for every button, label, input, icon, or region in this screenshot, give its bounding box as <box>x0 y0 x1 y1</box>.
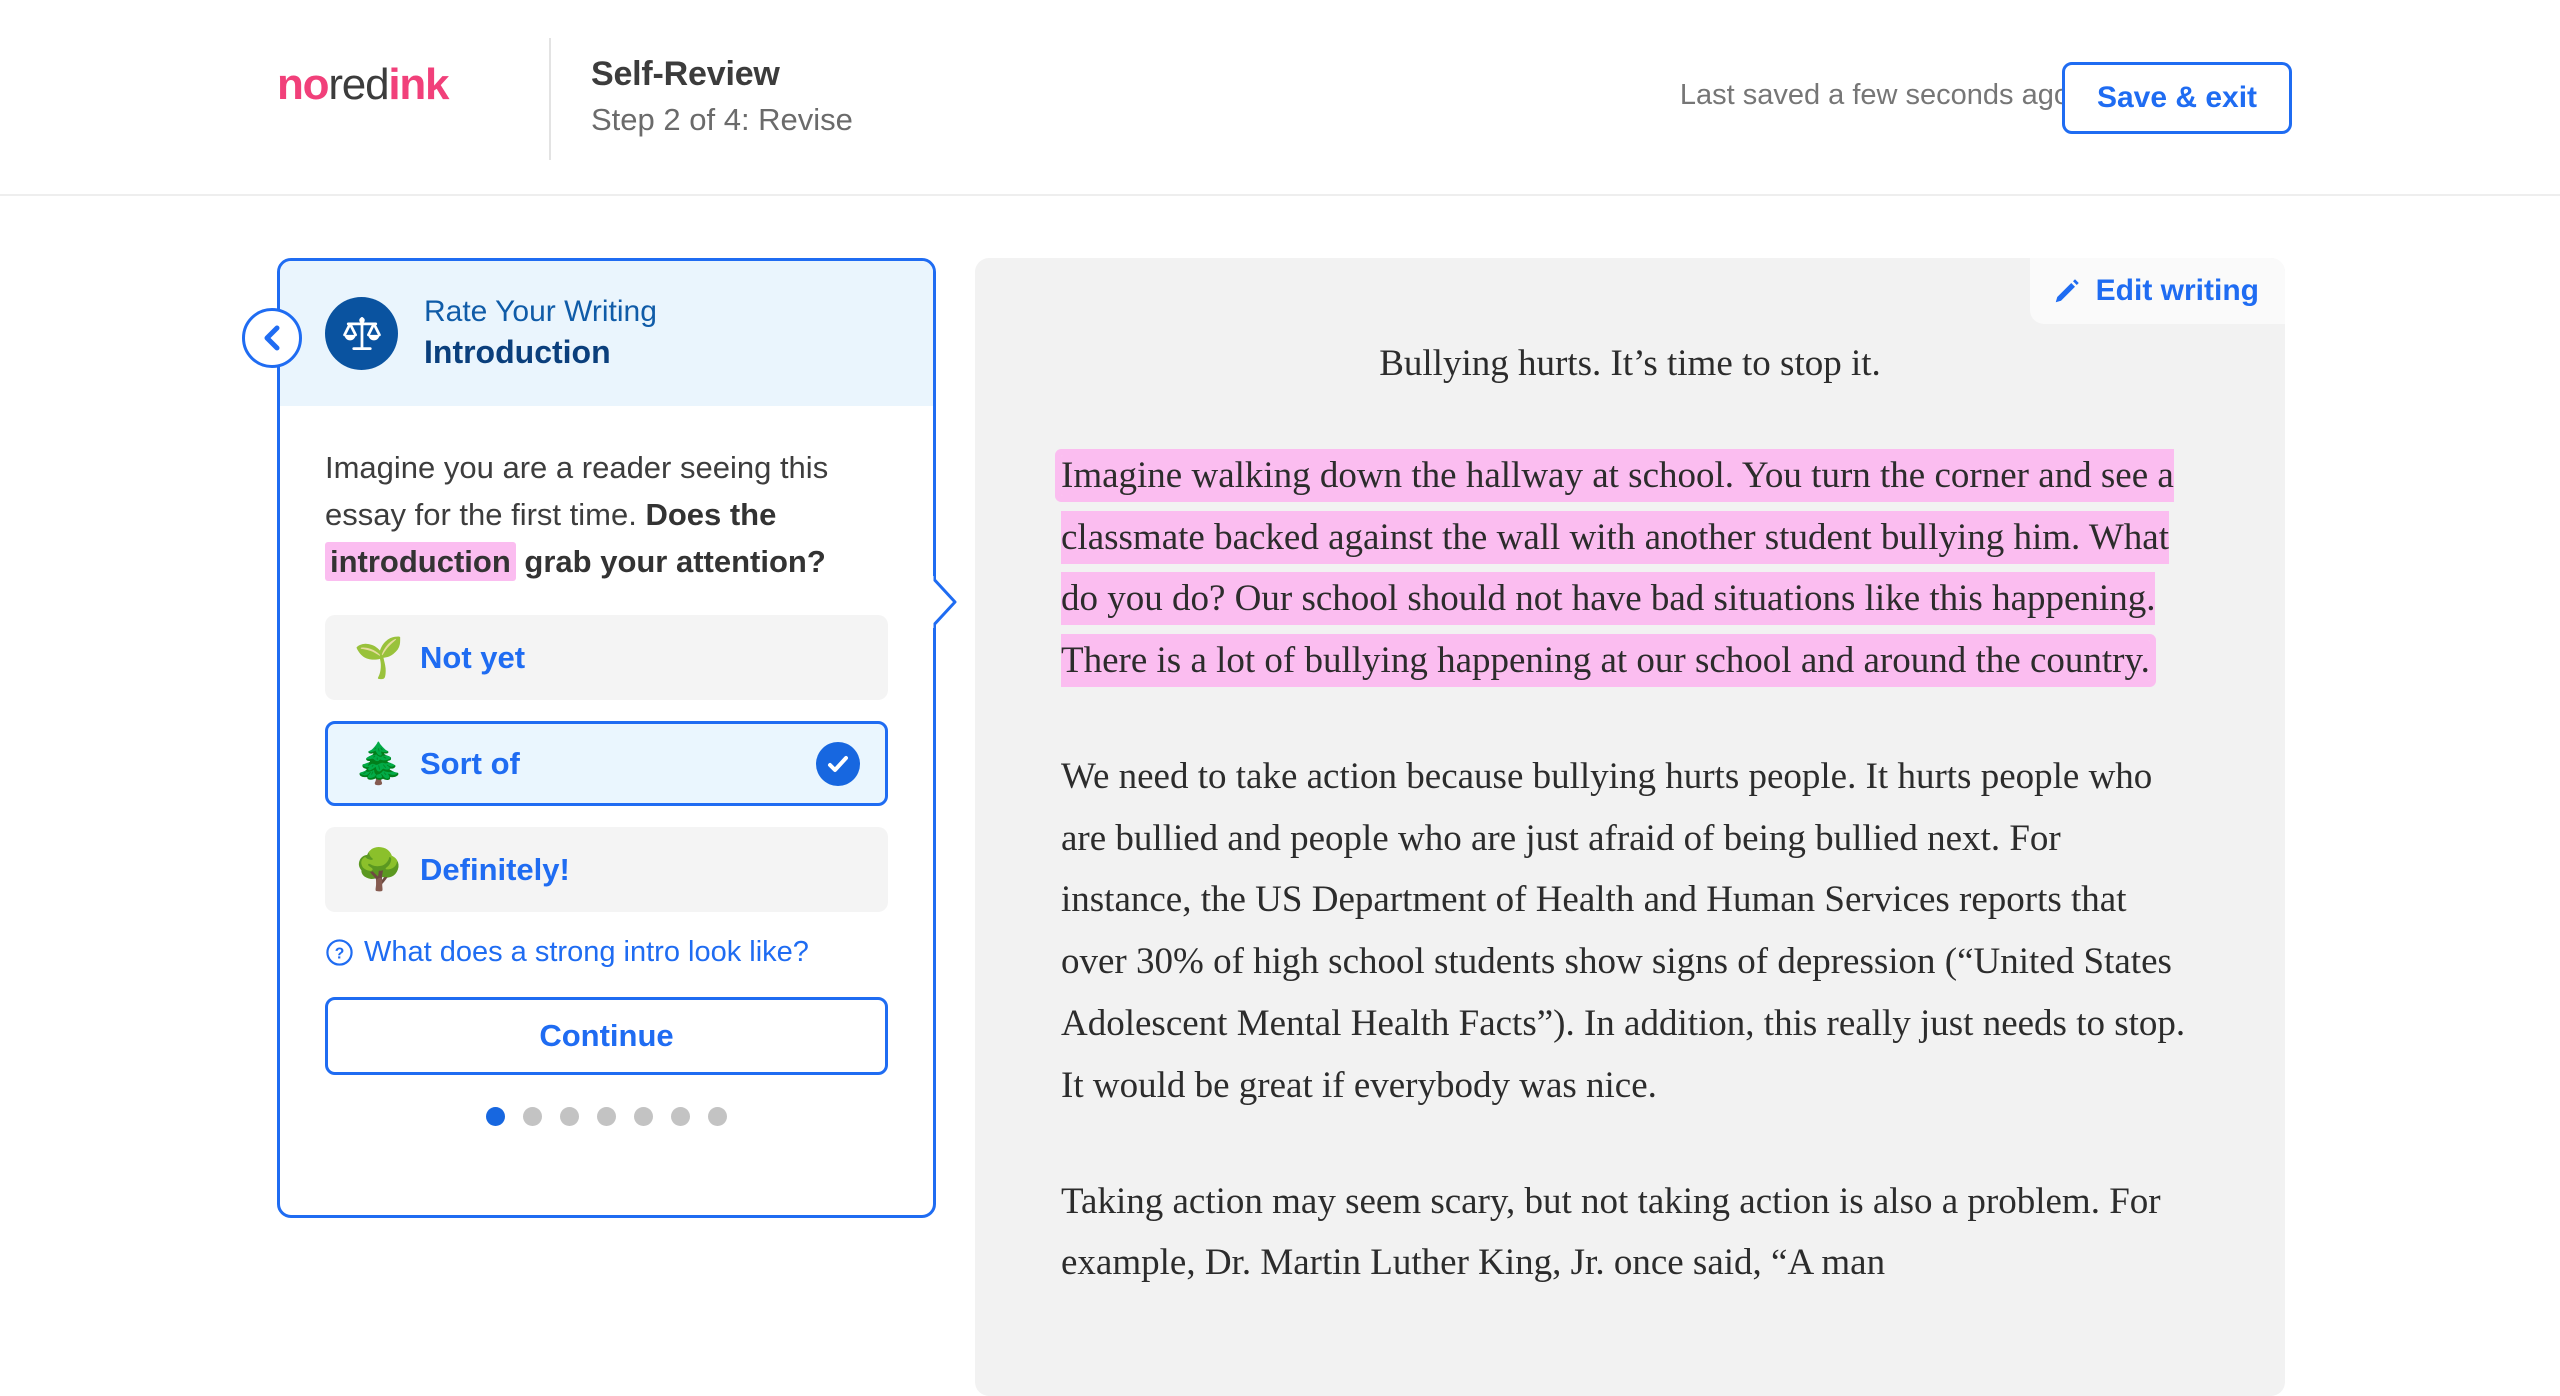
essay-paragraph-body-1: We need to take action because bullying … <box>1061 755 2186 1106</box>
logo-part-no: no <box>277 60 330 109</box>
edit-writing-label: Edit writing <box>2095 274 2259 307</box>
rating-question: Imagine you are a reader seeing this ess… <box>325 444 888 585</box>
header-divider <box>549 38 551 160</box>
progress-dot-6[interactable] <box>671 1107 690 1127</box>
question-text-bold1: Does the <box>645 497 777 533</box>
essay-title: Bullying hurts. It’s time to stop it. <box>1379 343 1881 384</box>
checkmark-icon <box>828 755 848 772</box>
strong-intro-help-link[interactable]: ? What does a strong intro look like? <box>325 936 888 969</box>
essay-paragraph-intro: Imagine walking down the hallway at scho… <box>1061 445 2199 692</box>
rating-option-label: Sort of <box>420 745 520 781</box>
edit-writing-button[interactable]: Edit writing <box>2029 258 2285 324</box>
app-header: noredink Self-Review Step 2 of 4: Revise… <box>0 0 2560 196</box>
seedling-emoji: 🌱 <box>354 635 404 680</box>
rating-option-not-yet[interactable]: 🌱 Not yet <box>325 615 888 701</box>
progress-dot-5[interactable] <box>634 1107 653 1127</box>
page-title: Self-Review <box>591 55 780 93</box>
balance-scales-icon <box>342 316 381 350</box>
chevron-left-icon <box>264 325 280 351</box>
previous-step-button[interactable] <box>242 308 302 368</box>
save-and-exit-button[interactable]: Save & exit <box>2062 62 2292 134</box>
tree-emoji: 🌲 <box>354 741 404 786</box>
deciduous-tree-emoji: 🌳 <box>354 847 404 892</box>
card-eyebrow: Rate Your Writing <box>424 294 657 328</box>
progress-dots <box>280 1107 933 1127</box>
progress-dot-2[interactable] <box>523 1107 542 1127</box>
card-header: Rate Your Writing Introduction <box>280 261 933 406</box>
progress-dot-4[interactable] <box>597 1107 616 1127</box>
selected-check-icon <box>816 741 860 786</box>
balance-scales-badge <box>325 297 398 370</box>
rating-option-label: Not yet <box>420 639 526 675</box>
essay-preview-panel: Edit writing Bullying hurts. It’s time t… <box>975 258 2285 1396</box>
continue-button[interactable]: Continue <box>325 997 888 1076</box>
header-title-group: Self-Review Step 2 of 4: Revise <box>591 55 853 140</box>
help-link-label: What does a strong intro look like? <box>364 936 809 969</box>
pencil-icon <box>2055 279 2079 303</box>
rate-your-writing-card: Rate Your Writing Introduction Imagine y… <box>242 258 957 1218</box>
progress-dot-1[interactable] <box>486 1107 505 1127</box>
highlighted-intro-text: Imagine walking down the hallway at scho… <box>1061 454 2174 682</box>
rating-option-label: Definitely! <box>420 851 570 887</box>
progress-dot-7[interactable] <box>708 1107 727 1127</box>
logo-part-red: red <box>328 60 389 109</box>
rating-option-sort-of[interactable]: 🌲 Sort of <box>325 721 888 807</box>
card-section-title: Introduction <box>424 334 611 371</box>
rating-option-definitely[interactable]: 🌳 Definitely! <box>325 827 888 913</box>
rating-options-list: 🌱 Not yet 🌲 Sort of 🌳 Definitely! <box>325 615 888 913</box>
step-subtitle: Step 2 of 4: Revise <box>591 102 853 138</box>
logo-part-ink: ink <box>388 60 449 109</box>
last-saved-status: Last saved a few seconds ago <box>1679 79 2070 111</box>
progress-dot-3[interactable] <box>560 1107 579 1127</box>
essay-body: Bullying hurts. It’s time to stop it. Im… <box>975 258 2285 1294</box>
essay-paragraph-body-2: Taking action may seem scary, but not ta… <box>1061 1180 2161 1284</box>
question-mark-circle-icon: ? <box>326 939 353 966</box>
svg-text:?: ? <box>335 946 345 963</box>
noredink-logo[interactable]: noredink <box>277 60 450 109</box>
question-highlighted-term: introduction <box>325 542 516 582</box>
card-pointer-notch <box>931 576 957 628</box>
question-text-bold2: grab your attention? <box>515 544 826 580</box>
